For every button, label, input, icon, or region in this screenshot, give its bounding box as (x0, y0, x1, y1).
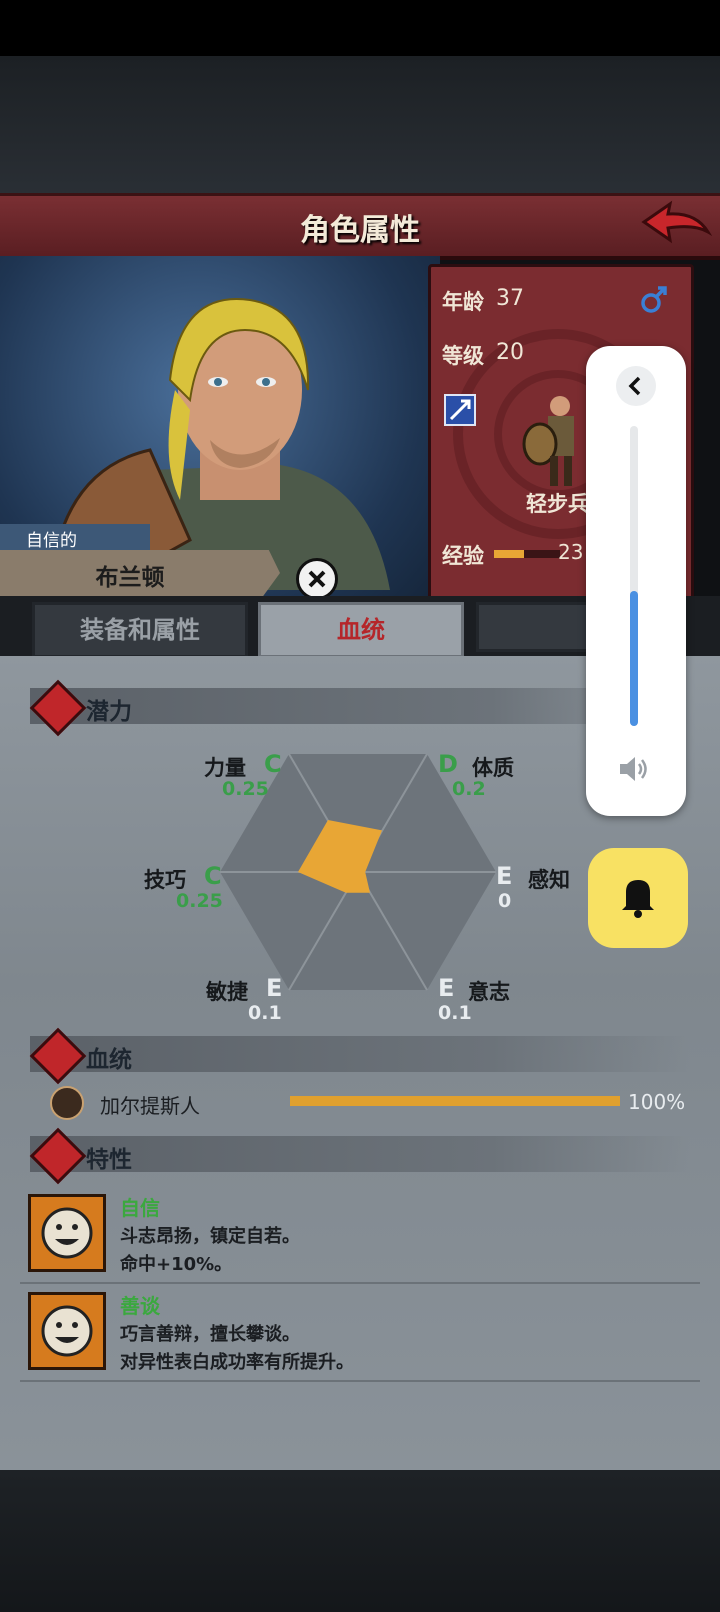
divider (20, 1380, 700, 1382)
potential-title: 潜力 (86, 699, 132, 725)
attr-skill-value: 0.25 (176, 890, 223, 912)
male-symbol-icon (640, 284, 668, 314)
trait-eloquent-desc-2: 对异性表白成功率有所提升。 (120, 1352, 354, 1373)
attr-strength-value: 0.25 (222, 778, 269, 800)
chevron-left-icon (628, 376, 641, 396)
close-icon (308, 570, 326, 588)
traits-title: 特性 (86, 1147, 132, 1173)
trait-confident-name: 自信 (120, 1196, 160, 1220)
divider (20, 1282, 700, 1284)
top-backdrop (0, 56, 720, 196)
level-value: 20 (496, 340, 524, 365)
exp-bar-fill (494, 550, 524, 558)
class-name: 轻步兵 (526, 492, 589, 516)
tab-bloodline[interactable]: 血统 (258, 602, 464, 658)
attr-strength-grade: C (264, 750, 282, 778)
trait-tag-label: 自信的 (26, 531, 77, 551)
unit-figure (520, 384, 590, 494)
back-arrow-button[interactable] (640, 198, 713, 250)
attr-constitution-value: 0.2 (452, 778, 486, 800)
level-label: 等级 (442, 344, 484, 368)
speaker-icon[interactable] (618, 754, 652, 784)
status-bar-area (0, 0, 720, 56)
age-value: 37 (496, 286, 524, 311)
attr-perception-grade: E (496, 862, 513, 890)
attr-will-grade: E (438, 974, 455, 1002)
trait-confident-desc-2: 命中+10%。 (120, 1254, 233, 1275)
spear-class-icon (444, 394, 476, 426)
page-title: 角色属性 (300, 213, 420, 248)
attr-agility-grade: E (266, 974, 283, 1002)
trait-eloquent-icon (28, 1292, 106, 1370)
notification-bell-button[interactable] (588, 848, 688, 948)
bloodline-title: 血统 (86, 1047, 132, 1073)
trait-eloquent-desc-1: 巧言善辩，擅长攀谈。 (120, 1324, 300, 1345)
close-name-button[interactable] (296, 558, 338, 600)
attr-perception-name: 感知 (528, 868, 570, 892)
bloodline-percent: 100% (628, 1090, 686, 1114)
character-name[interactable]: 布兰顿 (0, 558, 260, 592)
exp-bar (494, 550, 560, 558)
back-arrow-icon (641, 200, 713, 244)
exp-label: 经验 (442, 544, 484, 568)
attr-will-name: 意志 (468, 980, 510, 1004)
attr-will-value: 0.1 (438, 1002, 472, 1024)
attr-agility-value: 0.1 (248, 1002, 282, 1024)
trait-confident-icon (28, 1194, 106, 1272)
tab-equipment[interactable]: 装备和属性 (32, 602, 248, 658)
trait-confident-desc-1: 斗志昂扬，镇定自若。 (120, 1226, 300, 1247)
attr-agility-name: 敏捷 (206, 980, 248, 1004)
bottom-backdrop (0, 1470, 720, 1612)
volume-collapse-button[interactable] (616, 366, 656, 406)
bloodline-name: 加尔提斯人 (100, 1094, 200, 1118)
attr-skill-grade: C (204, 862, 222, 890)
volume-slider[interactable] (630, 426, 638, 726)
bloodline-crest-icon (50, 1086, 84, 1120)
age-label: 年龄 (442, 290, 484, 314)
attr-constitution-grade: D (438, 750, 458, 778)
exp-value: 23 (558, 540, 584, 564)
bell-icon (622, 880, 654, 918)
trait-eloquent-name: 善谈 (120, 1294, 160, 1318)
volume-slider-fill (630, 591, 638, 726)
attr-perception-value: 0 (498, 890, 512, 912)
bloodline-bar (290, 1096, 620, 1106)
bloodline-bar-fill (290, 1096, 620, 1106)
